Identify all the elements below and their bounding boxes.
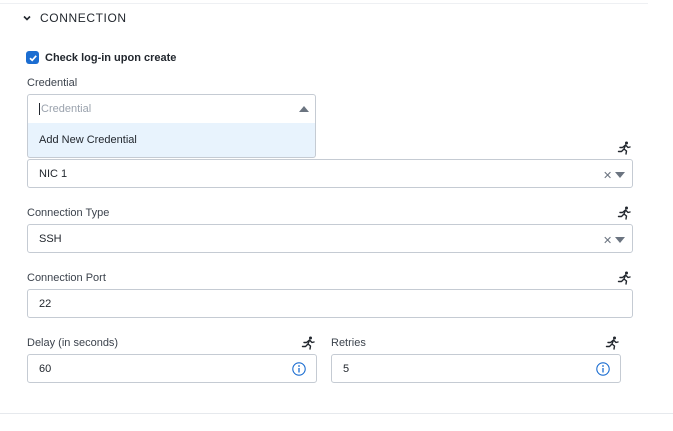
section-header[interactable]: CONNECTION: [20, 10, 127, 26]
credential-placeholder: Credential: [41, 103, 92, 115]
nic-select[interactable]: NIC 1 ✕: [27, 159, 633, 188]
retries-label: Retries: [331, 337, 366, 349]
check-login-checkbox[interactable]: [26, 51, 39, 64]
top-divider: [0, 3, 648, 4]
chevron-down-icon[interactable]: [20, 11, 34, 25]
running-person-icon[interactable]: [301, 336, 315, 350]
connection-type-label: Connection Type: [27, 207, 110, 219]
check-login-row[interactable]: Check log-in upon create: [26, 51, 176, 64]
running-person-icon[interactable]: [605, 336, 619, 350]
triangle-down-icon[interactable]: [615, 237, 625, 243]
check-login-label: Check log-in upon create: [45, 51, 177, 64]
running-person-icon[interactable]: [617, 271, 631, 285]
text-caret: [39, 103, 40, 115]
credential-select[interactable]: Credential: [27, 94, 316, 124]
credential-input[interactable]: Credential: [39, 95, 91, 123]
credential-label: Credential: [27, 77, 78, 89]
clear-x-icon[interactable]: ✕: [603, 169, 612, 182]
connection-type-value: SSH: [39, 232, 62, 245]
delay-input[interactable]: 60: [27, 354, 317, 383]
menu-item-add-new-credential[interactable]: Add New Credential: [39, 123, 137, 157]
clear-x-icon[interactable]: ✕: [603, 234, 612, 247]
delay-value: 60: [39, 362, 52, 375]
info-circle-icon[interactable]: [596, 362, 610, 376]
delay-label: Delay (in seconds): [27, 337, 119, 349]
connection-port-input[interactable]: 22: [27, 289, 633, 318]
triangle-up-icon[interactable]: [299, 106, 309, 112]
running-person-icon[interactable]: [617, 141, 631, 155]
running-person-icon[interactable]: [617, 206, 631, 220]
connection-port-label: Connection Port: [27, 272, 106, 284]
info-circle-icon[interactable]: [292, 362, 306, 376]
nic-value: NIC 1: [39, 167, 68, 180]
retries-input[interactable]: 5: [331, 354, 621, 383]
connection-type-select[interactable]: SSH ✕: [27, 224, 633, 253]
triangle-down-icon[interactable]: [615, 172, 625, 178]
connection-port-value: 22: [39, 297, 52, 310]
bottom-divider: [0, 413, 673, 414]
credential-dropdown-menu: Add New Credential: [27, 123, 316, 158]
retries-value: 5: [343, 362, 350, 375]
section-title: CONNECTION: [40, 11, 127, 25]
